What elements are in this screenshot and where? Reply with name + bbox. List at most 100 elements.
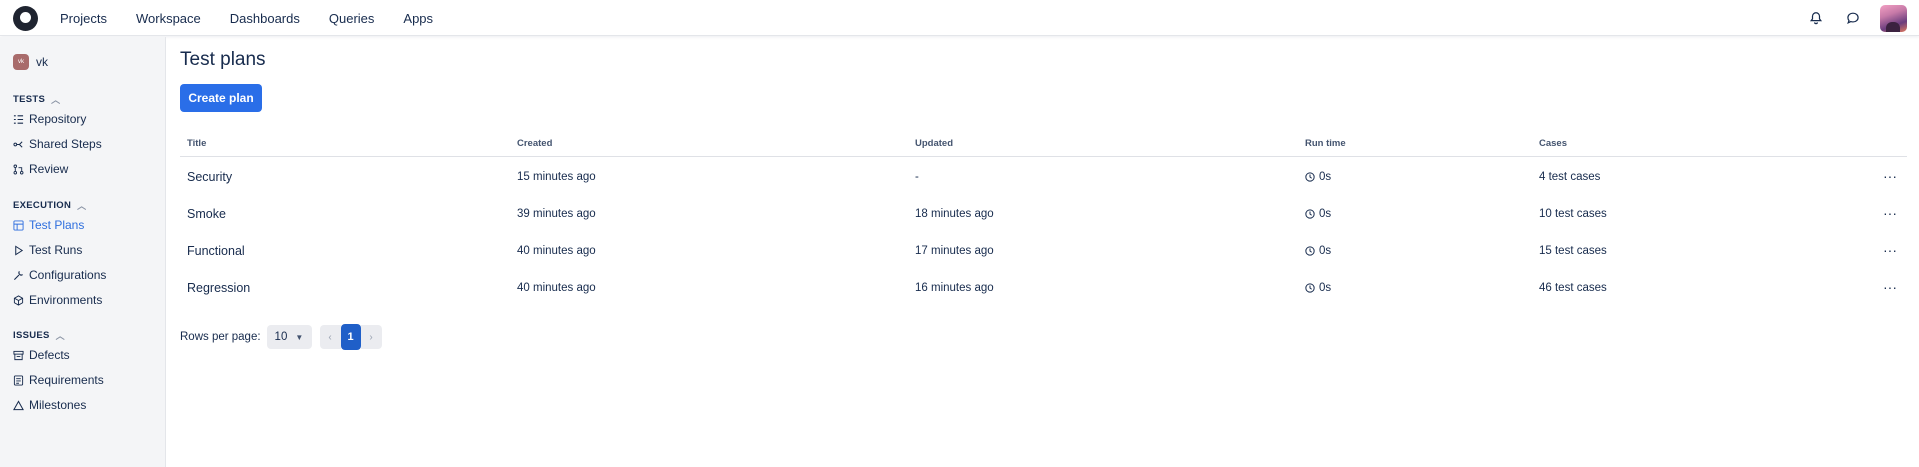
sidebar-item-label: Milestones [29, 398, 87, 412]
sidebar-item-label: Defects [29, 348, 70, 362]
table-row[interactable]: Regression 40 minutes ago 16 minutes ago… [180, 271, 1907, 308]
nav-workspace[interactable]: Workspace [136, 11, 201, 26]
section-issues-header[interactable]: ISSUES ︿ [13, 329, 65, 342]
run-time-value: 0s [1319, 282, 1332, 294]
project-switcher[interactable]: vk vk [13, 54, 48, 70]
cases-cell: 4 test cases [1539, 171, 1601, 183]
sidebar-item-review[interactable]: Review [13, 162, 68, 176]
section-title: TESTS [13, 94, 46, 105]
column-updated[interactable]: Updated [915, 138, 953, 149]
milestone-icon [13, 399, 24, 410]
chevron-up-icon: ︿ [77, 201, 87, 211]
nav-dashboards[interactable]: Dashboards [230, 11, 300, 26]
sidebar-item-repository[interactable]: Repository [13, 112, 86, 126]
table-header: Title Created Updated Run time Cases [180, 133, 1907, 157]
column-title[interactable]: Title [187, 138, 206, 149]
row-menu-icon[interactable]: ··· [1883, 242, 1897, 258]
sidebar-item-label: Test Runs [29, 243, 83, 257]
column-created[interactable]: Created [517, 138, 552, 149]
table-row[interactable]: Smoke 39 minutes ago 18 minutes ago 0s 1… [180, 197, 1907, 234]
current-page-button[interactable]: 1 [340, 324, 361, 350]
run-time-value: 0s [1319, 171, 1332, 183]
nav-apps[interactable]: Apps [403, 11, 433, 26]
play-icon [15, 244, 24, 256]
chevron-up-icon: ︿ [55, 331, 65, 341]
sidebar-item-configurations[interactable]: Configurations [13, 268, 106, 282]
top-actions [1806, 0, 1919, 36]
rows-per-page-label: Rows per page: [180, 331, 261, 343]
table-row[interactable]: Functional 40 minutes ago 17 minutes ago… [180, 234, 1907, 271]
row-menu-icon[interactable]: ··· [1883, 168, 1897, 184]
rows-per-page-select[interactable]: 10 ▼ [266, 325, 312, 349]
test-plans-icon [13, 219, 24, 231]
created-cell: 39 minutes ago [517, 208, 596, 220]
rows-per-page-value: 10 [274, 331, 288, 343]
prev-page-button[interactable]: ‹ [319, 325, 341, 349]
sidebar-item-label: Review [29, 162, 69, 176]
chevron-up-icon: ︿ [51, 95, 61, 105]
sidebar-item-label: Test Plans [29, 218, 85, 232]
create-plan-button[interactable]: Create plan [180, 84, 262, 112]
project-badge: vk [13, 54, 29, 70]
plan-title[interactable]: Functional [187, 244, 245, 258]
pagination: Rows per page: 10 ▼ ‹ 1 › [180, 324, 382, 350]
clock-icon [1305, 283, 1315, 293]
created-cell: 40 minutes ago [517, 245, 596, 257]
caret-down-icon: ▼ [295, 332, 304, 342]
nav-queries[interactable]: Queries [329, 11, 375, 26]
section-title: EXECUTION [13, 200, 72, 211]
table-row[interactable]: Security 15 minutes ago - 0s 4 test case… [180, 160, 1907, 197]
updated-cell: - [915, 171, 919, 183]
run-time-cell: 0s [1305, 282, 1331, 294]
cases-cell: 46 test cases [1539, 282, 1607, 294]
sidebar-item-shared-steps[interactable]: Shared Steps [13, 137, 102, 151]
requirements-icon [13, 374, 24, 386]
row-menu-icon[interactable]: ··· [1883, 205, 1897, 221]
top-nav: Projects Workspace Dashboards Queries Ap… [60, 0, 462, 36]
clock-icon [1305, 172, 1315, 182]
app-logo-icon[interactable] [13, 6, 38, 31]
created-cell: 40 minutes ago [517, 282, 596, 294]
sidebar-item-milestones[interactable]: Milestones [13, 398, 86, 412]
run-time-value: 0s [1319, 245, 1332, 257]
sidebar-item-requirements[interactable]: Requirements [13, 373, 104, 387]
plan-title[interactable]: Smoke [187, 207, 226, 221]
clock-icon [1305, 209, 1315, 219]
bell-icon[interactable] [1806, 8, 1826, 28]
row-menu-icon[interactable]: ··· [1883, 279, 1897, 295]
avatar[interactable] [1880, 4, 1907, 32]
section-title: ISSUES [13, 330, 50, 341]
sidebar: vk vk TESTS ︿ Repository Shared Steps Re… [0, 37, 166, 467]
sidebar-item-label: Shared Steps [29, 137, 102, 151]
column-run-time[interactable]: Run time [1305, 138, 1346, 149]
nav-projects[interactable]: Projects [60, 11, 107, 26]
sidebar-item-label: Environments [29, 293, 103, 307]
column-cases[interactable]: Cases [1539, 138, 1567, 149]
sidebar-item-defects[interactable]: Defects [13, 348, 70, 362]
updated-cell: 18 minutes ago [915, 208, 994, 220]
sidebar-item-label: Requirements [29, 373, 104, 387]
next-page-button[interactable]: › [360, 325, 382, 349]
cube-icon [13, 294, 24, 306]
wrench-icon [13, 270, 23, 280]
sidebar-item-test-plans[interactable]: Test Plans [13, 218, 84, 232]
section-tests-header[interactable]: TESTS ︿ [13, 93, 60, 106]
page-title: Test plans [180, 49, 266, 70]
run-time-cell: 0s [1305, 208, 1331, 220]
top-bar: Projects Workspace Dashboards Queries Ap… [0, 0, 1919, 36]
sidebar-item-environments[interactable]: Environments [13, 293, 102, 307]
run-time-cell: 0s [1305, 171, 1331, 183]
plan-title[interactable]: Regression [187, 281, 250, 295]
updated-cell: 17 minutes ago [915, 245, 994, 257]
run-time-cell: 0s [1305, 245, 1331, 257]
chat-icon[interactable] [1843, 8, 1863, 28]
cases-cell: 10 test cases [1539, 208, 1607, 220]
sidebar-item-label: Repository [29, 112, 87, 126]
project-name: vk [36, 55, 48, 69]
created-cell: 15 minutes ago [517, 171, 596, 183]
plan-title[interactable]: Security [187, 170, 232, 184]
section-execution-header[interactable]: EXECUTION ︿ [13, 199, 86, 212]
sidebar-item-test-runs[interactable]: Test Runs [13, 243, 82, 257]
defects-icon [13, 350, 24, 360]
review-icon [13, 164, 24, 174]
